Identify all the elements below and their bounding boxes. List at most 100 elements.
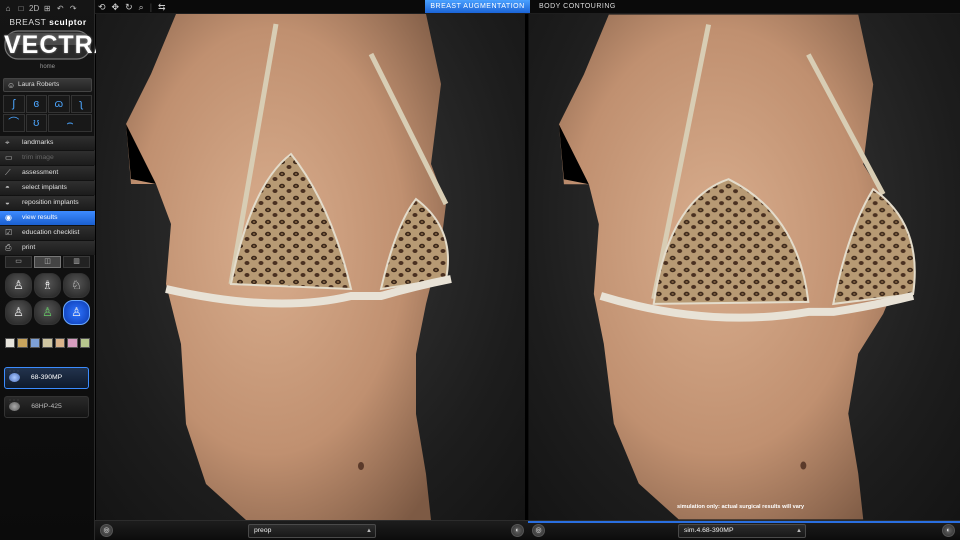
preop-viewport[interactable] [96, 14, 525, 520]
implant-label: 68-390MP [30, 374, 63, 381]
zoom-icon[interactable]: ⌕ [139, 0, 144, 14]
preop-torso-model [126, 14, 452, 520]
pan-icon[interactable]: ✥ [112, 0, 120, 14]
implant-label: 68HP-425 [31, 403, 62, 410]
triple-view-icon[interactable]: ▥ [63, 256, 90, 268]
swatch[interactable] [79, 338, 90, 348]
menu-label: select implants [22, 184, 67, 191]
sidebar: ⌂ □ 2D ⊞ ↶ ↷ BREAST sculptor VECTRA home… [0, 0, 113, 540]
profile-right-icon[interactable]: ʅ [70, 95, 92, 113]
menu-label: view results [22, 214, 58, 221]
reset-view-icon[interactable]: ↻ [125, 0, 133, 14]
home-label[interactable]: home [0, 64, 95, 70]
swatch[interactable] [54, 338, 66, 348]
swatch[interactable] [67, 338, 78, 348]
torso-front-icon[interactable]: ♙ [5, 273, 32, 298]
implant-icon [9, 373, 20, 382]
brand-bold: sculptor [49, 17, 87, 27]
menu-label: assessment [22, 169, 59, 176]
redo-icon[interactable]: ↷ [68, 4, 78, 13]
workflow-menu: ⌖ landmarks ▭ trim image ⟋ assessment ◓ sele… [0, 136, 95, 256]
torso-side-icon[interactable]: ♗ [34, 273, 61, 298]
display-mode-buttons: ♙ ♗ ♘ ♙ ♙ ♙ [5, 273, 90, 325]
silhouette-icon[interactable]: ♙ [5, 300, 32, 325]
torso-back-icon[interactable]: ♘ [63, 273, 90, 298]
active-view-indicator [528, 521, 960, 523]
single-view-icon[interactable]: ▭ [5, 256, 32, 268]
torso-icon[interactable]: ʊ [25, 114, 47, 132]
menu-label: education checklist [22, 229, 80, 236]
snapshot-icon[interactable]: ◎ [532, 524, 545, 537]
simulation-select-value: sim.4.68-390MP [684, 527, 734, 534]
implant-item[interactable]: ⋮⋮⋮ 68HP-425 [4, 396, 89, 418]
save-icon[interactable]: ⊞ [42, 4, 52, 13]
swatch[interactable] [29, 338, 41, 348]
menu-print[interactable]: ⎙ print [0, 241, 95, 255]
product-name: BREAST sculptor [8, 17, 88, 27]
chevron-up-icon: ▲ [796, 528, 802, 534]
chevron-up-icon: ▲ [366, 528, 372, 534]
logo-text: VECTRA [4, 31, 113, 59]
home-icon[interactable]: ⌂ [3, 4, 13, 13]
tab-breast-augmentation[interactable]: BREAST AUGMENTATION [425, 0, 530, 13]
simulation-select[interactable]: sim.4.68-390MP ▲ [678, 524, 806, 538]
menu-label: landmarks [22, 139, 54, 146]
undo-icon[interactable]: ↶ [55, 4, 65, 13]
reposition-icon: ◒ [5, 198, 10, 207]
split-view-icon[interactable]: ◫ [34, 256, 61, 268]
trim-icon: ▭ [5, 153, 13, 162]
rotate-icon[interactable]: ⟲ [98, 0, 106, 14]
menu-view-results[interactable]: ◉ view results [0, 211, 95, 225]
preop-select[interactable]: preop ▲ [248, 524, 376, 538]
color-swatches [5, 338, 90, 348]
divider: | [149, 2, 153, 12]
bottom-bar: ◎ preop ▲ ◐ ◎ sim.4.68-390MP ▲ ◐ [95, 520, 960, 540]
heatmap-icon[interactable]: ♙ [34, 300, 61, 325]
implant-list: ⋮⋮⋮ 68-390MP ⋮⋮⋮ 68HP-425 [4, 367, 89, 425]
tab-body-contouring[interactable]: BODY CONTOURING [533, 0, 638, 13]
simulation-viewport[interactable]: simulation only: actual surgical results… [528, 14, 960, 520]
view-toolbar: ⟲ ✥ ↻ ⌕ | ⇆ [98, 0, 166, 14]
chest-front-icon[interactable]: ⌒ [3, 114, 25, 132]
menu-trim-image[interactable]: ▭ trim image [0, 151, 95, 165]
implant-icon: ◓ [5, 183, 10, 192]
menu-label: trim image [22, 154, 54, 161]
person-icon: ☺ [7, 81, 16, 90]
ruler-icon: ⟋ [5, 168, 11, 177]
window-icon[interactable]: □ [16, 4, 26, 13]
view-angle-buttons: ʃ ɞ ɷ ʅ ⌒ ʊ ⌢ [3, 95, 92, 132]
overlay-icon[interactable]: ♙ [63, 300, 90, 325]
implant-item[interactable]: ⋮⋮⋮ 68-390MP [4, 367, 89, 389]
printer-icon: ⎙ [5, 243, 12, 252]
menu-label: print [22, 244, 36, 251]
front-icon[interactable]: ɞ [25, 95, 47, 113]
top-bar: ⟲ ✥ ↻ ⌕ | ⇆ BREAST AUGMENTATION BODY CON… [95, 0, 960, 14]
landmark-icon: ⌖ [5, 138, 10, 147]
menu-label: reposition implants [22, 199, 79, 206]
preop-select-value: preop [254, 527, 272, 534]
simulation-disclaimer: simulation only: actual surgical results… [677, 504, 805, 510]
menu-education-checklist[interactable]: ☑ education checklist [0, 226, 95, 240]
snapshot-icon[interactable]: ◎ [100, 524, 113, 537]
eye-icon: ◉ [5, 213, 12, 222]
menu-reposition-implants[interactable]: ◒ reposition implants [0, 196, 95, 210]
vectra-logo[interactable]: VECTRA [4, 29, 113, 61]
swatch[interactable] [5, 338, 16, 348]
swatch[interactable] [17, 338, 28, 348]
2d-toggle-button[interactable]: 2D [29, 4, 39, 13]
patient-name-field[interactable]: ☺ Laura Roberts [3, 78, 92, 92]
menu-landmarks[interactable]: ⌖ landmarks [0, 136, 95, 150]
three-quarter-icon[interactable]: ɷ [48, 95, 70, 113]
layout-buttons: ▭ ◫ ▥ [5, 256, 90, 268]
profile-left-icon[interactable]: ʃ [3, 95, 25, 113]
window-controls: ⌂ □ 2D ⊞ ↶ ↷ [3, 2, 78, 14]
swatch[interactable] [42, 338, 53, 348]
settings-wheel-icon[interactable]: ◐ [942, 524, 955, 537]
simulation-torso-model [558, 14, 916, 520]
checklist-icon: ☑ [5, 228, 13, 237]
sync-views-icon[interactable]: ⇆ [158, 0, 166, 14]
chest-low-icon[interactable]: ⌢ [48, 114, 92, 132]
settings-wheel-icon[interactable]: ◐ [511, 524, 524, 537]
menu-select-implants[interactable]: ◓ select implants [0, 181, 95, 195]
menu-assessment[interactable]: ⟋ assessment [0, 166, 95, 180]
